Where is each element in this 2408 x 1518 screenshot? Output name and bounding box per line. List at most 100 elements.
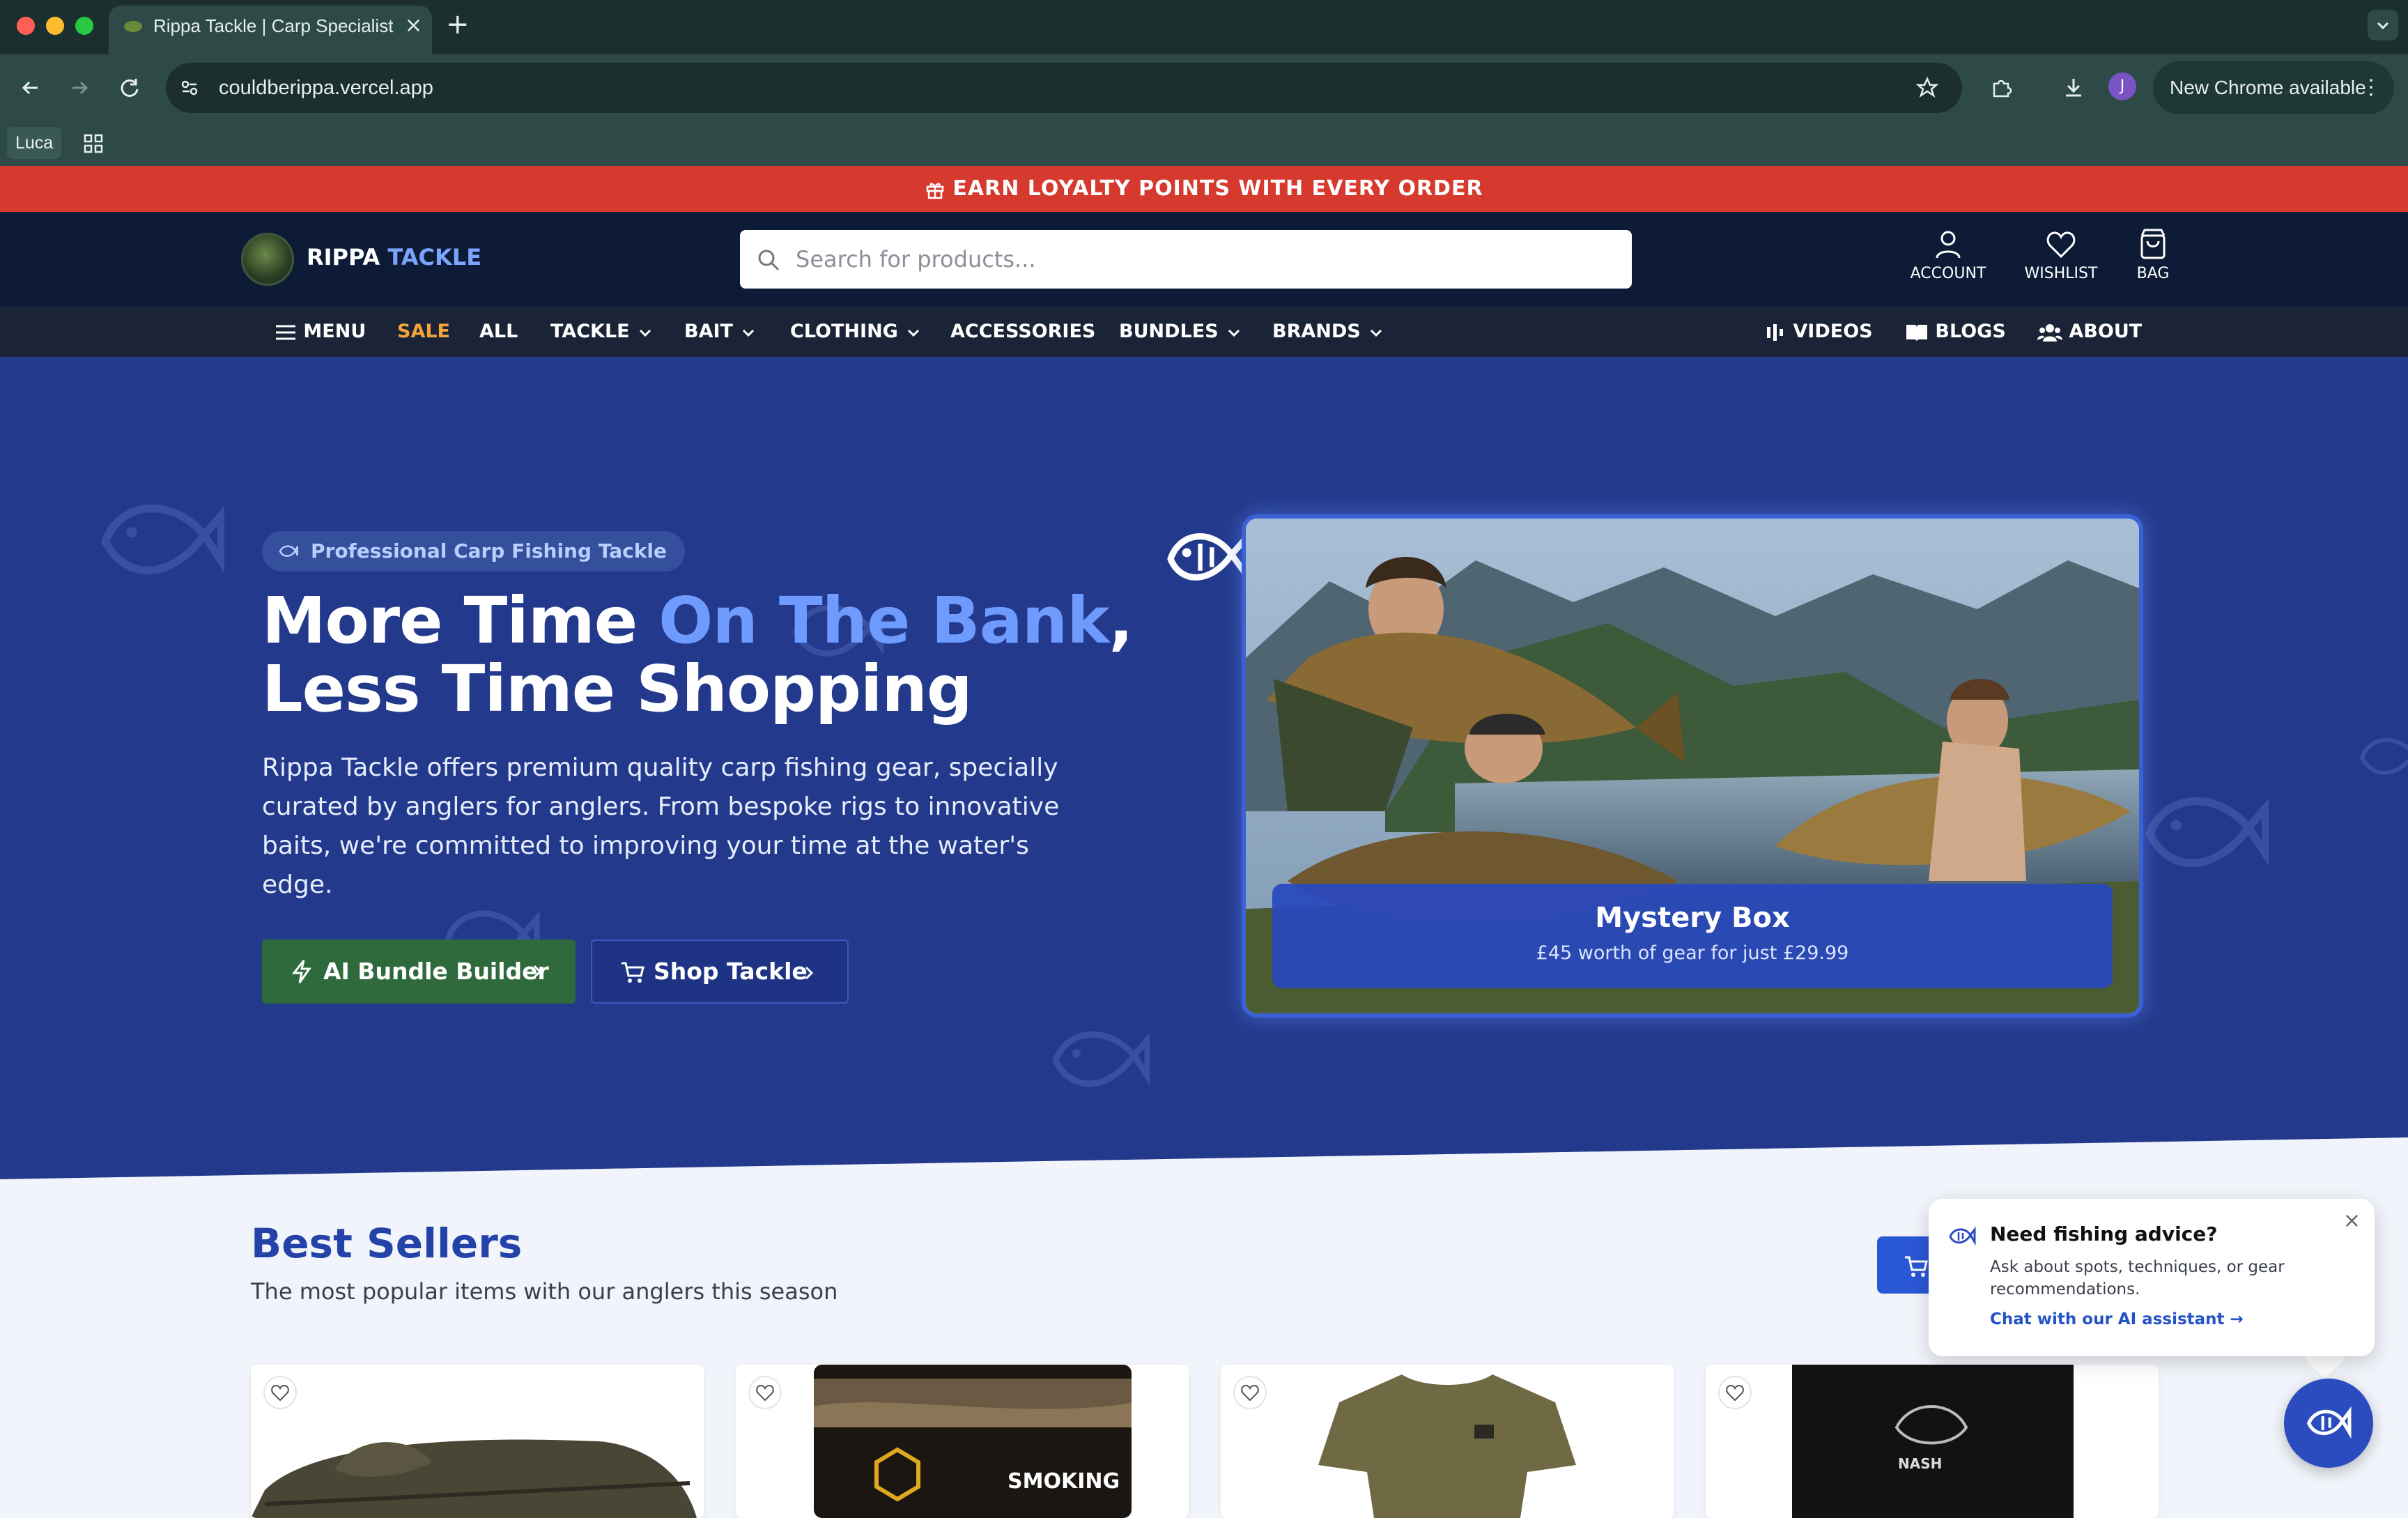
heart-icon (2046, 231, 2076, 259)
account-button[interactable]: ACCOUNT (1906, 227, 1990, 282)
chevron-right-icon (805, 966, 814, 980)
fish-icon (1949, 1226, 1976, 1246)
nav-about[interactable]: ABOUT (2037, 307, 2142, 357)
nav-menu[interactable]: MENU (275, 307, 366, 357)
account-label: ACCOUNT (1910, 265, 1986, 282)
product-card[interactable] (1221, 1365, 1674, 1518)
search-input[interactable] (796, 230, 1618, 289)
product-card[interactable] (251, 1365, 704, 1518)
wishlist-toggle[interactable] (1233, 1376, 1267, 1409)
back-icon[interactable] (15, 72, 46, 103)
shopping-bag-icon (2140, 229, 2166, 259)
chat-open-button[interactable] (2284, 1379, 2373, 1468)
mystery-box-title: Mystery Box (1595, 902, 1790, 934)
logo-text-b: TACKLE (380, 244, 482, 270)
hero-section: Professional Carp Fishing Tackle More Ti… (0, 357, 2408, 1179)
logo-text[interactable]: RIPPA TACKLE (307, 244, 481, 270)
maximize-window-button[interactable] (75, 17, 93, 35)
product-card[interactable]: SMOKING (736, 1365, 1189, 1518)
user-icon (1936, 231, 1961, 259)
close-icon[interactable]: × (2343, 1209, 2361, 1233)
promo-banner: EARN LOYALTY POINTS WITH EVERY ORDER (0, 166, 2408, 212)
nav-brands[interactable]: BRANDS (1272, 307, 1385, 357)
chevron-right-icon (533, 965, 542, 979)
nav-videos[interactable]: VIDEOS (1766, 307, 1873, 357)
background-fish-icon (2145, 797, 2269, 868)
logo-image[interactable] (241, 233, 294, 286)
chat-popup-body: Ask about spots, techniques, or gear rec… (1990, 1258, 2285, 1298)
background-fish-icon (1052, 1031, 1150, 1087)
background-fish-icon (2359, 737, 2408, 775)
headline-part-a: More Time (262, 583, 659, 658)
reload-icon[interactable] (114, 72, 145, 103)
nav-all[interactable]: ALL (479, 307, 518, 357)
heart-icon (1241, 1385, 1259, 1402)
chevron-down-icon (1228, 329, 1240, 337)
nav-sale[interactable]: SALE (397, 307, 450, 357)
nav-blogs[interactable]: BLOGS (1905, 307, 2006, 357)
apps-grid-icon[interactable] (78, 128, 109, 159)
close-window-button[interactable] (17, 17, 35, 35)
hamburger-icon (276, 325, 295, 339)
more-icon: ⋮ (2361, 76, 2382, 99)
wishlist-button[interactable]: WISHLIST (2019, 227, 2103, 282)
shop-tackle-button[interactable]: Shop Tackle (591, 940, 849, 1004)
site-header: RIPPA TACKLE ACCOUNT WISHLIST BAG (0, 212, 2408, 307)
hero-description: Rippa Tackle offers premium quality carp… (262, 753, 1060, 899)
headline-part-c: Less Time Shopping (262, 652, 973, 726)
wishlist-toggle[interactable] (748, 1376, 782, 1409)
promo-text: EARN LOYALTY POINTS WITH EVERY ORDER (952, 176, 1483, 201)
lightning-icon (291, 960, 311, 983)
nav-bait[interactable]: BAIT (684, 307, 757, 357)
wishlist-label: WISHLIST (2024, 265, 2098, 282)
tab-search-button[interactable] (2368, 10, 2398, 40)
nav-tackle-label: TACKLE (550, 321, 630, 342)
wishlist-toggle[interactable] (263, 1376, 297, 1409)
site-info-icon[interactable] (174, 72, 205, 103)
book-icon (1906, 324, 1927, 342)
wishlist-toggle[interactable] (1718, 1376, 1752, 1409)
main-nav: MENU SALE ALL TACKLE BAIT CLOTHING ACCES… (0, 307, 2408, 357)
nav-tackle[interactable]: TACKLE (550, 307, 654, 357)
forward-icon[interactable] (64, 72, 95, 103)
chat-assistant-link[interactable]: Chat with our AI assistant → (1990, 1310, 2244, 1328)
address-bar[interactable] (166, 63, 1962, 113)
nav-bait-label: BAIT (684, 321, 733, 342)
gift-icon (927, 183, 944, 199)
tab-title: Rippa Tackle | Carp Specialist (153, 15, 394, 36)
bookmark-luca[interactable]: Luca (7, 127, 62, 159)
new-chrome-available-button[interactable]: New Chrome available ⋮ (2153, 61, 2394, 114)
download-icon[interactable] (2058, 72, 2089, 103)
product-label-nash: NASH (1898, 1455, 1943, 1472)
bag-label: BAG (2136, 265, 2170, 282)
nav-clothing[interactable]: CLOTHING (790, 307, 923, 357)
hero-badge: Professional Carp Fishing Tackle (262, 531, 685, 572)
nav-about-label: ABOUT (2069, 321, 2143, 342)
hero-headline: More Time On The Bank, Less Time Shopping (262, 587, 1168, 723)
product-card[interactable]: NASH (1706, 1365, 2159, 1518)
search-icon (758, 250, 780, 271)
search-box (740, 230, 1632, 289)
profile-avatar[interactable]: J (2108, 72, 2136, 100)
nav-bundles[interactable]: BUNDLES (1119, 307, 1243, 357)
heart-icon (756, 1385, 774, 1402)
bookmark-star-icon[interactable] (1912, 72, 1943, 103)
ai-bundle-builder-button[interactable]: AI Bundle Builder (262, 940, 576, 1004)
tab-close-icon[interactable]: × (405, 6, 422, 46)
extensions-icon[interactable] (1986, 72, 2016, 103)
minimize-window-button[interactable] (46, 17, 64, 35)
chevron-down-icon (908, 329, 920, 337)
cart-icon (622, 962, 645, 983)
bag-button[interactable]: BAG (2125, 227, 2181, 282)
chat-popup: Need fishing advice? Ask about spots, te… (1929, 1199, 2375, 1356)
hero-badge-text: Professional Carp Fishing Tackle (311, 539, 667, 562)
chevron-down-icon (743, 329, 755, 337)
browser-tab[interactable]: Rippa Tackle | Carp Specialist × (109, 6, 432, 54)
nav-bundles-label: BUNDLES (1119, 321, 1219, 342)
best-sellers-title: Best Sellers (251, 1220, 523, 1267)
new-tab-button[interactable]: + (446, 7, 470, 42)
mystery-box-banner[interactable]: Mystery Box £45 worth of gear for just £… (1272, 884, 2113, 988)
chat-popup-title: Need fishing advice? (1990, 1222, 2218, 1245)
new-chrome-label: New Chrome available (2170, 77, 2366, 98)
nav-accessories[interactable]: ACCESSORIES (950, 307, 1095, 357)
